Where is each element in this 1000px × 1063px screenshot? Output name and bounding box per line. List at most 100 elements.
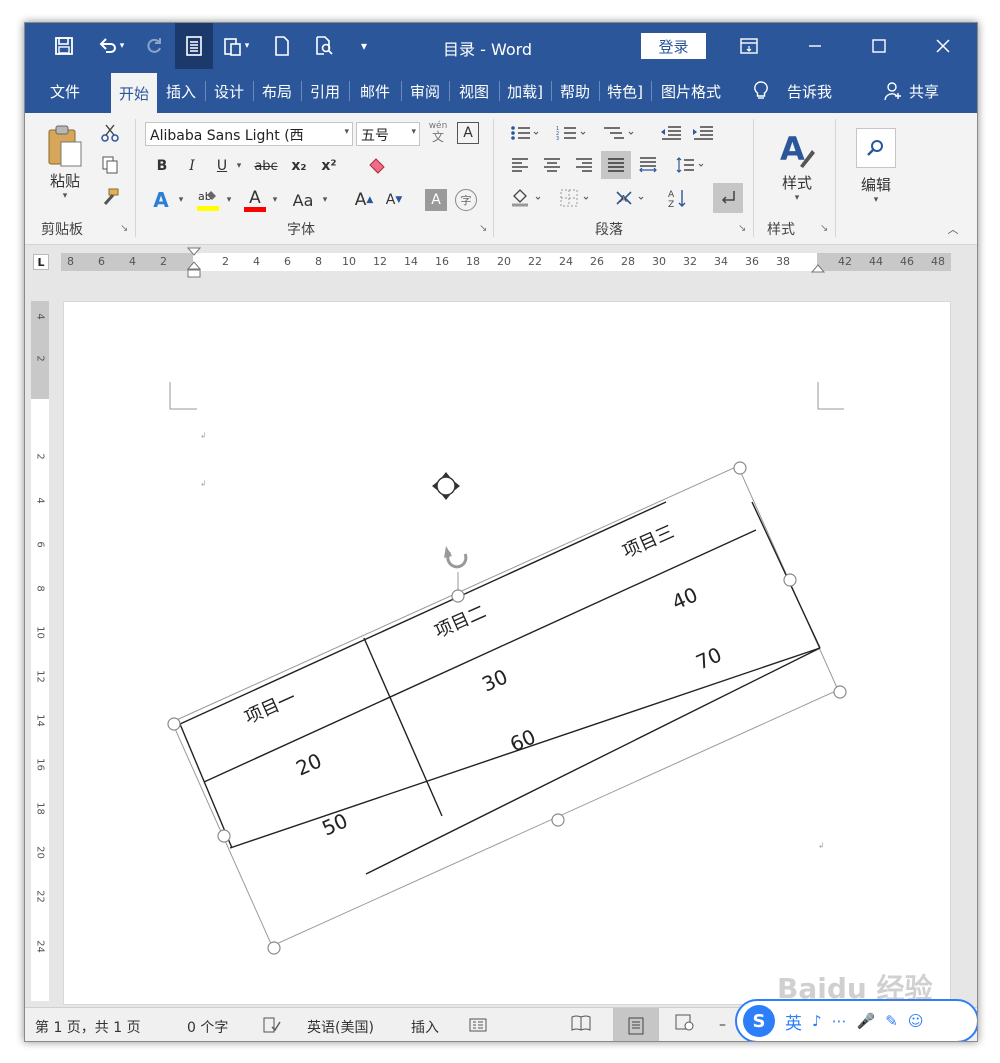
new-document-icon[interactable] xyxy=(265,23,299,69)
ime-punctuation-icon[interactable]: ♪ xyxy=(812,1012,822,1030)
highlight-color-button[interactable]: ab xyxy=(193,185,223,215)
align-left-icon[interactable] xyxy=(507,153,533,177)
rotate-handle-icon[interactable] xyxy=(444,546,468,569)
decrease-indent-icon[interactable] xyxy=(657,121,685,145)
paragraph-launcher-icon[interactable]: ↘ xyxy=(738,223,746,234)
web-layout-icon[interactable] xyxy=(675,1014,695,1036)
tab-references[interactable]: 引用 xyxy=(303,69,347,113)
tab-home[interactable]: 开始 xyxy=(111,73,157,113)
font-size-dropdown-icon[interactable]: ▾ xyxy=(411,127,416,137)
show-formatting-marks-icon[interactable] xyxy=(713,183,743,213)
tab-design[interactable]: 设计 xyxy=(207,69,251,113)
tab-layout[interactable]: 布局 xyxy=(255,69,299,113)
text-effects-icon[interactable]: A xyxy=(149,187,173,213)
close-icon[interactable] xyxy=(921,23,965,69)
rotated-textbox[interactable]: 项目一 项目二 项目三 20 30 40 50 60 70 xyxy=(167,461,847,955)
font-name-box[interactable]: Alibaba Sans Light (西 ▾ xyxy=(145,122,353,146)
indent-marker-icon[interactable] xyxy=(187,247,201,279)
line-spacing-button[interactable] xyxy=(673,153,709,177)
asian-layout-button[interactable]: A xyxy=(611,185,651,211)
login-button[interactable]: 登录 xyxy=(641,33,706,59)
paste-quick-icon[interactable]: ▾ xyxy=(215,23,257,69)
ime-soft-keyboard-icon[interactable]: ⋯ xyxy=(832,1012,847,1030)
justify-icon[interactable] xyxy=(601,151,631,179)
align-right-icon[interactable] xyxy=(571,153,597,177)
ime-language[interactable]: 英 xyxy=(785,1009,802,1034)
redo-icon[interactable] xyxy=(137,23,171,69)
print-preview-icon[interactable] xyxy=(307,23,341,69)
underline-button[interactable]: U xyxy=(211,155,233,177)
customize-qat-icon[interactable]: ▾ xyxy=(347,23,381,69)
font-color-dropdown-icon[interactable]: ▾ xyxy=(269,189,281,211)
text-effects-dropdown-icon[interactable]: ▾ xyxy=(175,189,187,211)
ribbon-display-options-icon[interactable] xyxy=(727,23,771,69)
tab-help[interactable]: 帮助 xyxy=(553,69,597,113)
clear-formatting-icon[interactable] xyxy=(365,153,391,179)
font-name-dropdown-icon[interactable]: ▾ xyxy=(344,127,349,137)
shrink-font-button[interactable]: A ▼ xyxy=(383,187,405,213)
print-layout-icon[interactable] xyxy=(613,1008,659,1041)
subscript-button[interactable]: x₂ xyxy=(287,155,311,177)
character-border-button[interactable]: A xyxy=(457,122,479,144)
document-page[interactable]: ↲ ↲ ↲ 项目一 项目二 项目三 20 30 40 50 60 70 xyxy=(63,301,951,1005)
underline-dropdown-icon[interactable]: ▾ xyxy=(233,155,245,177)
change-case-dropdown-icon[interactable]: ▾ xyxy=(319,189,331,211)
tab-view[interactable]: 视图 xyxy=(451,69,497,113)
phonetic-guide-button[interactable]: wén 文 xyxy=(425,117,451,147)
language-indicator[interactable]: 英语(美国) xyxy=(307,1017,374,1037)
ime-logo-icon[interactable]: S xyxy=(743,1005,775,1037)
font-size-box[interactable]: 五号 ▾ xyxy=(356,122,420,146)
borders-button[interactable] xyxy=(555,185,595,211)
undo-icon[interactable]: ▾ xyxy=(91,23,131,69)
format-painter-icon[interactable] xyxy=(97,185,123,209)
superscript-button[interactable]: x² xyxy=(317,155,341,177)
zoom-out-icon[interactable]: – xyxy=(719,1017,726,1033)
tab-insert[interactable]: 插入 xyxy=(159,69,203,113)
ime-voice-icon[interactable]: 🎤 xyxy=(857,1012,876,1030)
maximize-icon[interactable] xyxy=(857,23,901,69)
change-case-button[interactable]: Aa xyxy=(287,187,319,213)
ime-skin-icon[interactable]: ☺ xyxy=(908,1012,924,1030)
multilevel-list-button[interactable] xyxy=(601,121,639,145)
font-launcher-icon[interactable]: ↘ xyxy=(479,223,487,234)
minimize-icon[interactable] xyxy=(793,23,837,69)
ruler-strip[interactable]: 8 6 4 2 2 4 6 8 10 12 14 16 18 20 22 24 … xyxy=(61,247,951,278)
increase-indent-icon[interactable] xyxy=(689,121,717,145)
share-button[interactable]: 共享 xyxy=(883,69,939,113)
clipboard-launcher-icon[interactable]: ↘ xyxy=(120,223,128,234)
shading-button[interactable] xyxy=(507,185,547,211)
italic-button[interactable]: I xyxy=(181,155,203,177)
paste-button[interactable]: 粘贴 ▾ xyxy=(41,121,89,203)
grow-font-button[interactable]: A ▲ xyxy=(353,187,375,213)
editing-button[interactable]: 编辑 ▾ xyxy=(849,121,903,211)
bold-button[interactable]: B xyxy=(151,155,173,177)
resize-handle-left-lower[interactable] xyxy=(217,829,231,843)
document-view-icon[interactable] xyxy=(175,23,213,69)
read-mode-icon[interactable] xyxy=(571,1014,591,1036)
numbering-button[interactable]: 123 xyxy=(553,121,591,145)
sort-icon[interactable]: AZ xyxy=(665,185,691,211)
right-indent-marker-icon[interactable] xyxy=(811,261,825,273)
bullets-button[interactable] xyxy=(507,121,543,145)
strikethrough-button[interactable]: abc xyxy=(251,155,281,177)
tab-selector-icon[interactable]: L xyxy=(33,254,49,270)
tab-addins[interactable]: 加载] xyxy=(501,69,549,113)
word-count[interactable]: 0 个字 xyxy=(187,1017,228,1037)
resize-handle-right[interactable] xyxy=(783,573,797,587)
align-center-icon[interactable] xyxy=(539,153,565,177)
styles-launcher-icon[interactable]: ↘ xyxy=(820,223,828,234)
tab-picture-format[interactable]: 图片格式 xyxy=(653,69,729,113)
ime-tools-icon[interactable]: ✎ xyxy=(885,1012,898,1030)
resize-handle-bottom[interactable] xyxy=(551,813,565,827)
macro-record-icon[interactable] xyxy=(469,1017,487,1037)
proofing-icon[interactable] xyxy=(263,1017,281,1037)
resize-handle-bottom-right[interactable] xyxy=(833,685,847,699)
highlight-dropdown-icon[interactable]: ▾ xyxy=(223,189,235,211)
enclose-characters-button[interactable]: 字 xyxy=(455,189,477,211)
character-shading-button[interactable]: A xyxy=(425,189,447,211)
tab-file[interactable]: 文件 xyxy=(35,69,95,113)
distributed-icon[interactable] xyxy=(635,153,661,177)
collapse-ribbon-icon[interactable]: ︿ xyxy=(943,221,963,237)
tab-review[interactable]: 审阅 xyxy=(403,69,447,113)
font-color-button[interactable]: A xyxy=(241,185,269,215)
